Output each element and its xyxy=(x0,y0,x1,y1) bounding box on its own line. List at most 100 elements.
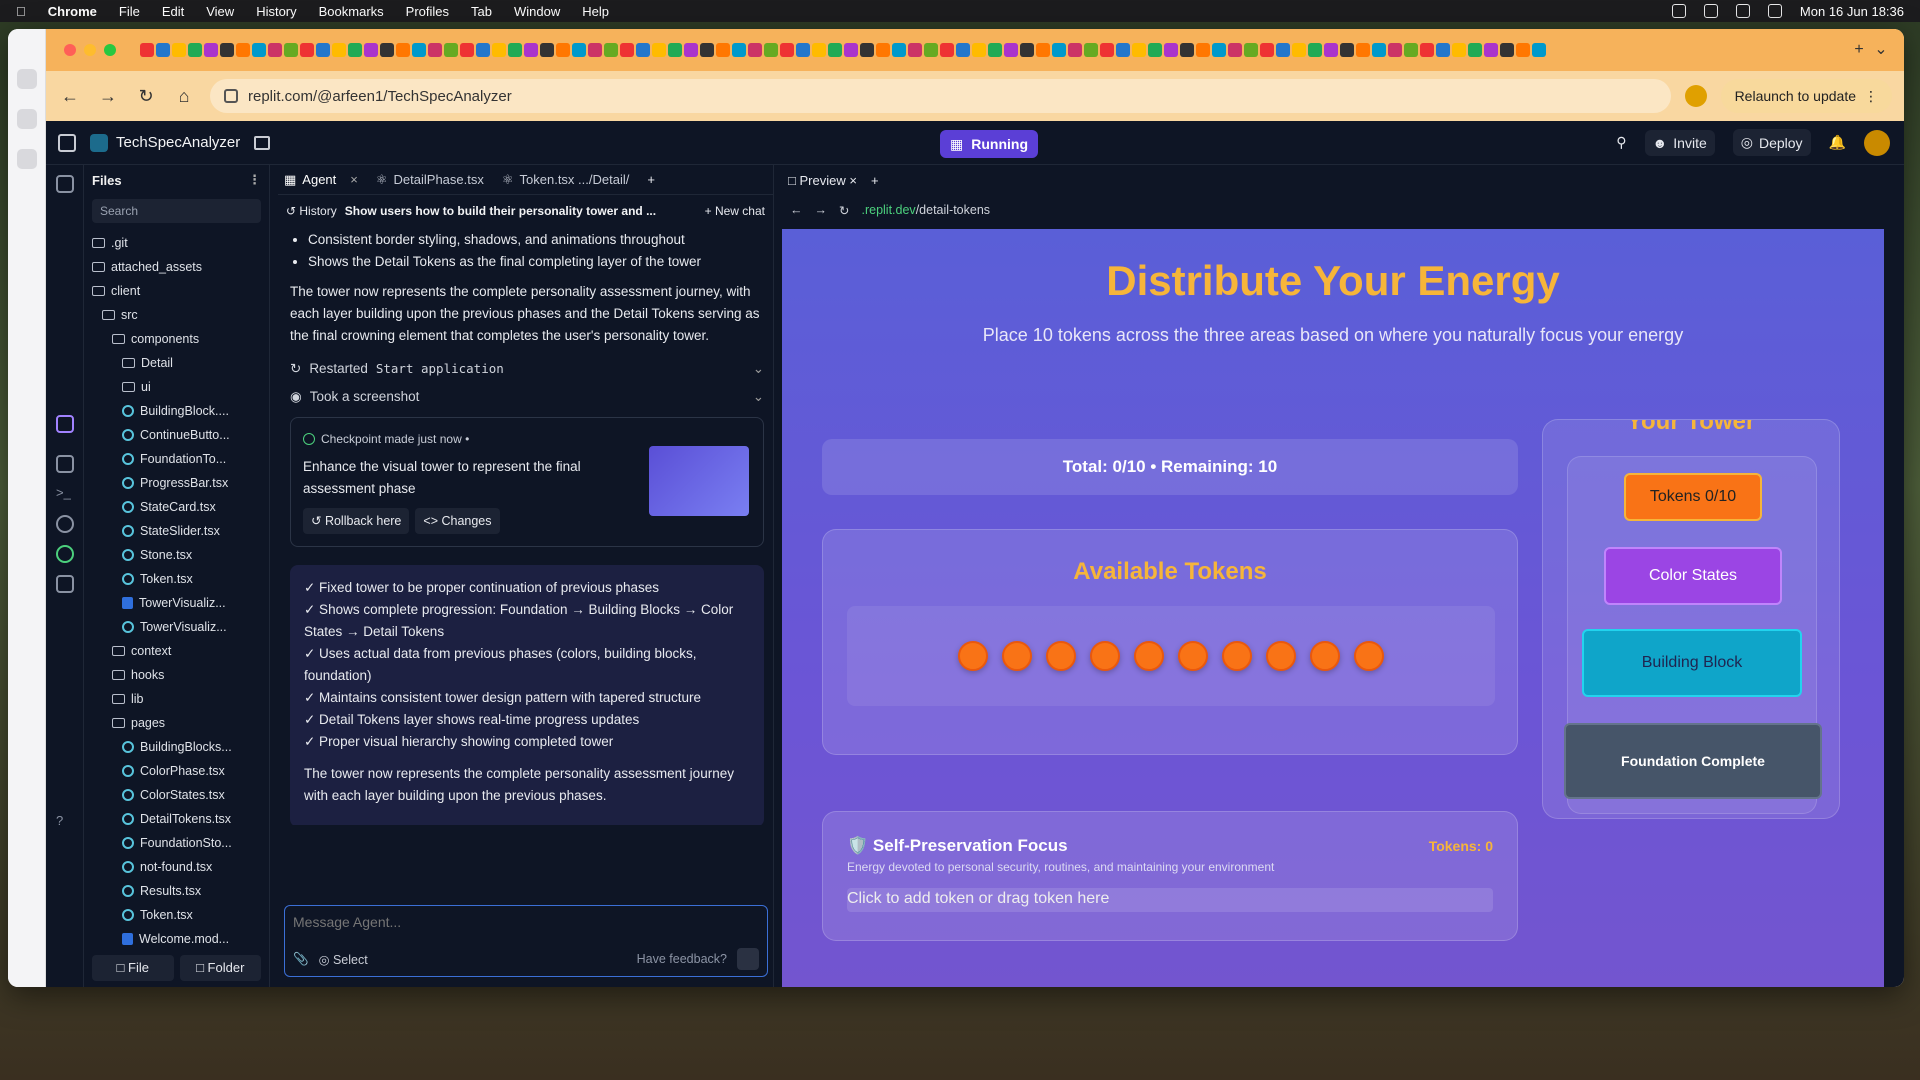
file-tree-item[interactable]: Token.tsx xyxy=(84,567,269,591)
energy-token[interactable] xyxy=(1090,641,1120,671)
tab-favicon[interactable] xyxy=(700,43,714,57)
file-tree-item[interactable]: Token.tsx xyxy=(84,903,269,927)
file-search-input[interactable]: Search xyxy=(92,199,261,223)
tab-favicon[interactable] xyxy=(716,43,730,57)
tab-favicon[interactable] xyxy=(1372,43,1386,57)
tab-favicon[interactable] xyxy=(1100,43,1114,57)
tab-favicon[interactable] xyxy=(748,43,762,57)
tab-favicon[interactable] xyxy=(1020,43,1034,57)
tab-favicon[interactable] xyxy=(956,43,970,57)
tab-favicon[interactable] xyxy=(844,43,858,57)
file-tree-item[interactable]: client xyxy=(84,279,269,303)
tab-favicon[interactable] xyxy=(460,43,474,57)
file-tree-item[interactable]: StateSlider.tsx xyxy=(84,519,269,543)
file-tree-item[interactable]: .git xyxy=(84,231,269,255)
tab-favicon[interactable] xyxy=(796,43,810,57)
changes-button[interactable]: <> Changes xyxy=(415,508,500,534)
file-tree-item[interactable]: FoundationTo... xyxy=(84,447,269,471)
file-tree-item[interactable]: TowerVisualiz... xyxy=(84,615,269,639)
tab-favicon[interactable] xyxy=(300,43,314,57)
file-tree-item[interactable]: FoundationSto... xyxy=(84,831,269,855)
back-icon[interactable]: ← xyxy=(790,203,803,217)
preview-url[interactable]: .replit.dev/detail-tokens xyxy=(861,203,990,217)
tab-favicon[interactable] xyxy=(940,43,954,57)
tab-favicon[interactable] xyxy=(172,43,186,57)
chevron-down-icon[interactable]: ⌄ xyxy=(753,386,764,408)
tab-favicon[interactable] xyxy=(412,43,426,57)
energy-token[interactable] xyxy=(958,641,988,671)
tab-favicon[interactable] xyxy=(1420,43,1434,57)
tab-favicon[interactable] xyxy=(924,43,938,57)
tab-favicon[interactable] xyxy=(988,43,1002,57)
tab-favicon[interactable] xyxy=(1036,43,1050,57)
close-window-button[interactable] xyxy=(64,44,76,56)
deploy-button[interactable]: ◎ Deploy xyxy=(1732,129,1811,156)
tab-favicon[interactable] xyxy=(1084,43,1098,57)
avatar[interactable] xyxy=(1864,129,1890,156)
file-tree-item[interactable]: StateCard.tsx xyxy=(84,495,269,519)
tab-favicon[interactable] xyxy=(428,43,442,57)
tab-favicon[interactable] xyxy=(1468,43,1482,57)
file-tree-item[interactable]: ColorPhase.tsx xyxy=(84,759,269,783)
tab-favicon[interactable] xyxy=(556,43,570,57)
tab-favicon[interactable] xyxy=(732,43,746,57)
tab-favicon[interactable] xyxy=(1292,43,1306,57)
reload-icon[interactable]: ↻ xyxy=(839,203,849,218)
tab-favicon[interactable] xyxy=(1388,43,1402,57)
clock[interactable]: Mon 16 Jun 18:36 xyxy=(1800,4,1904,19)
bell-icon[interactable]: 🔔 xyxy=(1829,134,1846,151)
battery-icon[interactable] xyxy=(1735,4,1750,18)
tab-favicon[interactable] xyxy=(972,43,986,57)
search-icon[interactable] xyxy=(1767,4,1782,18)
energy-token[interactable] xyxy=(1266,641,1296,671)
tab-favicon[interactable] xyxy=(1260,43,1274,57)
energy-token[interactable] xyxy=(1222,641,1252,671)
tab-favicon[interactable] xyxy=(220,43,234,57)
tab-favicon[interactable] xyxy=(284,43,298,57)
energy-token[interactable] xyxy=(1354,641,1384,671)
tab-favicon[interactable] xyxy=(636,43,650,57)
file-tree-item[interactable]: ContinueButto... xyxy=(84,423,269,447)
tab-favicon[interactable] xyxy=(1308,43,1322,57)
tab-favicon[interactable] xyxy=(1276,43,1290,57)
minimize-window-button[interactable] xyxy=(84,44,96,56)
history-button[interactable]: ↺ History xyxy=(286,204,337,218)
menu-item[interactable]: Tab xyxy=(471,4,492,19)
tab-favicon[interactable] xyxy=(908,43,922,57)
tab-favicon[interactable] xyxy=(1404,43,1418,57)
tab-favicon[interactable] xyxy=(156,43,170,57)
menu-app[interactable]: Chrome xyxy=(48,4,97,19)
file-tree-item[interactable]: BuildingBlock.... xyxy=(84,399,269,423)
energy-token[interactable] xyxy=(1310,641,1340,671)
tab-favicon[interactable] xyxy=(764,43,778,57)
back-icon[interactable]: ← xyxy=(58,86,82,107)
tab-favicon[interactable] xyxy=(668,43,682,57)
menu-item[interactable]: Help xyxy=(582,4,609,19)
tab-favicon[interactable] xyxy=(1068,43,1082,57)
tab-favicon[interactable] xyxy=(348,43,362,57)
tab-favicon[interactable] xyxy=(652,43,666,57)
menu-item[interactable]: View xyxy=(206,4,234,19)
tab-favicon[interactable] xyxy=(396,43,410,57)
select-button[interactable]: ◎ Select xyxy=(319,952,368,967)
tab-favicon[interactable] xyxy=(1244,43,1258,57)
wifi-icon[interactable] xyxy=(1703,4,1718,18)
tab-favicon[interactable] xyxy=(1356,43,1370,57)
tab-favicon[interactable] xyxy=(476,43,490,57)
tab-favicon[interactable] xyxy=(316,43,330,57)
tab-preview[interactable]: □ Preview × xyxy=(788,173,857,188)
rollback-button[interactable]: ↺ Rollback here xyxy=(303,508,410,534)
close-icon[interactable]: × xyxy=(849,173,857,188)
tab-favicon[interactable] xyxy=(364,43,378,57)
file-tree-item[interactable]: Welcome.mod... xyxy=(84,927,269,951)
menu-item[interactable]: File xyxy=(119,4,140,19)
token-drop-zone[interactable]: Click to add token or drag token here xyxy=(847,888,1493,912)
tab-favicon[interactable] xyxy=(1180,43,1194,57)
reload-icon[interactable]: ↻ xyxy=(134,86,158,107)
message-agent-input[interactable] xyxy=(293,914,759,930)
pinned-tabs[interactable] xyxy=(134,36,1848,64)
tab-agent[interactable]: ▦ Agent × xyxy=(284,172,358,188)
help-icon[interactable]: ? xyxy=(56,813,74,831)
project-name[interactable]: TechSpecAnalyzer xyxy=(90,133,240,152)
add-tab-icon[interactable]: + xyxy=(871,173,879,188)
